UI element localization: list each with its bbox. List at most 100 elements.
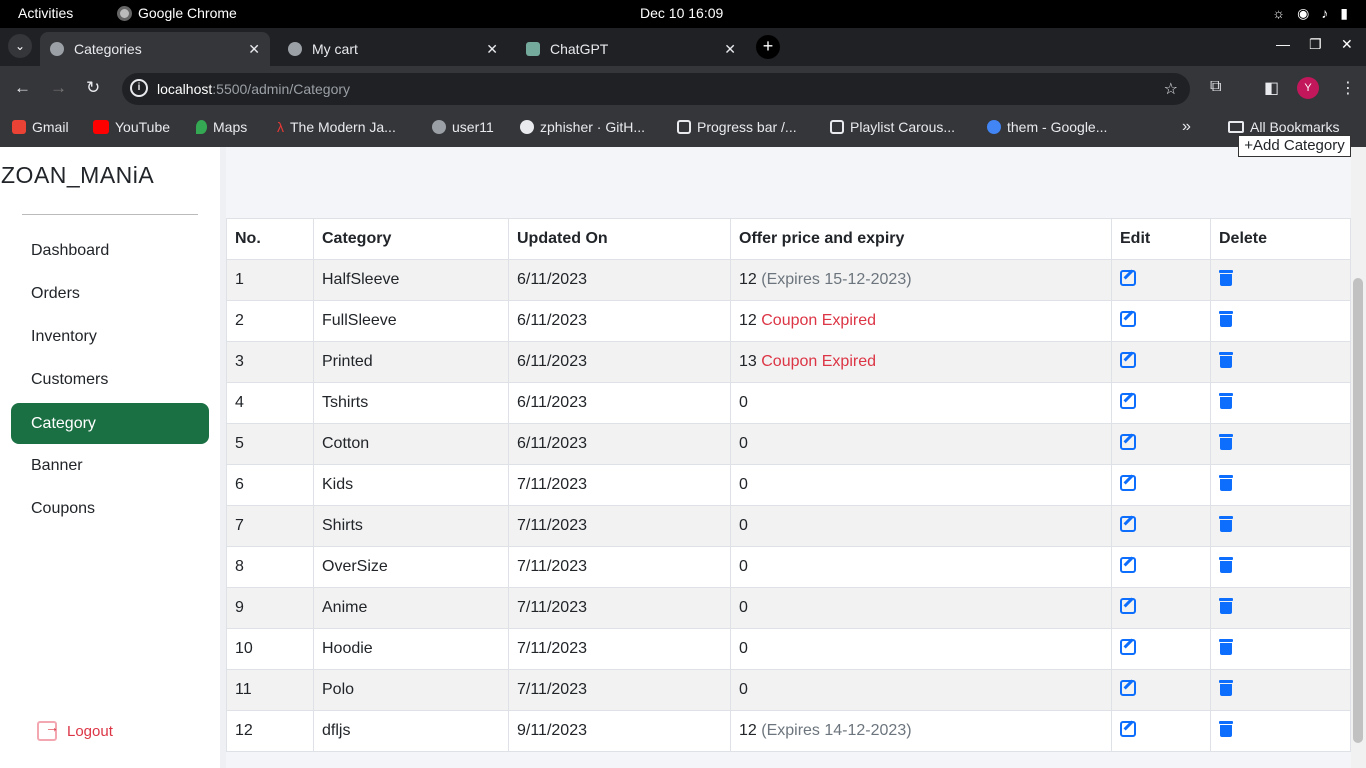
- edit-icon[interactable]: [1120, 638, 1136, 655]
- tab-search-button[interactable]: ⌄: [8, 34, 32, 58]
- cell-offer: 12 Coupon Expired: [730, 300, 1112, 342]
- trash-icon[interactable]: [1219, 474, 1233, 491]
- offer-price: 0: [739, 681, 748, 698]
- reload-icon[interactable]: ↻: [86, 78, 100, 98]
- cell-delete: [1210, 505, 1351, 547]
- cell-no: 6: [226, 464, 314, 506]
- minimize-icon[interactable]: —: [1276, 36, 1290, 52]
- close-icon[interactable]: ✕: [724, 41, 736, 58]
- forward-arrow-icon[interactable]: →: [50, 78, 67, 98]
- url-text[interactable]: localhost:5500/admin/Category: [157, 81, 350, 97]
- all-bookmarks[interactable]: All Bookmarks: [1228, 119, 1339, 135]
- trash-icon[interactable]: [1219, 392, 1233, 409]
- bookmark-playlist[interactable]: Playlist Carous...: [830, 119, 955, 135]
- chevron-right-icon[interactable]: »: [1182, 118, 1191, 136]
- edit-icon[interactable]: [1120, 433, 1136, 450]
- lambda-icon: λ: [277, 119, 284, 135]
- sidebar-item-customers[interactable]: Customers: [11, 359, 209, 400]
- tab-my-cart[interactable]: My cart ✕: [278, 32, 508, 66]
- edit-icon[interactable]: [1120, 515, 1136, 532]
- sidebar-item-orders[interactable]: Orders: [11, 273, 209, 314]
- google-icon: [987, 120, 1001, 134]
- logout-button[interactable]: Logout: [37, 719, 113, 741]
- table-header-row: No. Category Updated On Offer price and …: [226, 218, 1351, 260]
- new-tab-button[interactable]: +: [756, 35, 780, 59]
- maximize-icon[interactable]: ❐: [1309, 36, 1322, 53]
- close-icon[interactable]: ✕: [248, 41, 260, 58]
- header-delete: Delete: [1210, 218, 1351, 260]
- sidebar-item-category[interactable]: Category: [11, 403, 209, 444]
- sidebar-item-dashboard[interactable]: Dashboard: [11, 230, 209, 271]
- offer-price: 0: [739, 394, 748, 411]
- bookmark-zphisher[interactable]: zphisher · GitH...: [520, 119, 645, 135]
- edit-icon[interactable]: [1120, 269, 1136, 286]
- edit-icon[interactable]: [1120, 556, 1136, 573]
- site-info-icon[interactable]: i: [130, 79, 148, 97]
- cell-edit: [1111, 259, 1211, 301]
- bookmark-star-icon[interactable]: ☆: [1164, 79, 1178, 99]
- globe-icon: [50, 42, 64, 56]
- edit-icon[interactable]: [1120, 310, 1136, 327]
- profile-avatar[interactable]: Y: [1297, 77, 1319, 99]
- tab-chatgpt[interactable]: ChatGPT ✕: [516, 32, 746, 66]
- cell-delete: [1210, 300, 1351, 342]
- extensions-icon[interactable]: ⧉: [1210, 78, 1221, 96]
- cell-delete: [1210, 423, 1351, 465]
- sidebar-item-inventory[interactable]: Inventory: [11, 316, 209, 357]
- edit-icon[interactable]: [1120, 597, 1136, 614]
- table-row: 2 FullSleeve 6/11/2023 12 Coupon Expired: [226, 300, 1351, 342]
- scrollbar-thumb[interactable]: [1353, 278, 1363, 743]
- table-row: 12 dfljs 9/11/2023 12 (Expires 14-12-2023): [226, 710, 1351, 752]
- trash-icon[interactable]: [1219, 679, 1233, 696]
- clock[interactable]: Dec 10 16:09: [640, 5, 723, 21]
- trash-icon[interactable]: [1219, 433, 1233, 450]
- cell-category: HalfSleeve: [313, 259, 509, 301]
- trash-icon[interactable]: [1219, 720, 1233, 737]
- cell-offer: 0: [730, 423, 1112, 465]
- bookmark-maps[interactable]: Maps: [196, 119, 247, 135]
- edit-icon[interactable]: [1120, 474, 1136, 491]
- edit-icon[interactable]: [1120, 351, 1136, 368]
- trash-icon[interactable]: [1219, 310, 1233, 327]
- window-close-icon[interactable]: ✕: [1341, 36, 1353, 53]
- gmail-icon: [12, 120, 26, 134]
- edit-icon[interactable]: [1120, 392, 1136, 409]
- bookmark-modern-ja[interactable]: λ The Modern Ja...: [277, 119, 396, 135]
- sidebar-item-coupons[interactable]: Coupons: [11, 488, 209, 529]
- page-scrollbar[interactable]: [1351, 147, 1366, 768]
- close-icon[interactable]: ✕: [486, 41, 498, 58]
- sidebar-item-banner[interactable]: Banner: [11, 445, 209, 486]
- cell-edit: [1111, 546, 1211, 588]
- table-row: 9 Anime 7/11/2023 0: [226, 587, 1351, 629]
- trash-icon[interactable]: [1219, 597, 1233, 614]
- trash-icon[interactable]: [1219, 638, 1233, 655]
- edit-icon[interactable]: [1120, 679, 1136, 696]
- bookmark-them-google[interactable]: them - Google...: [987, 119, 1107, 135]
- system-tray[interactable]: ☼ ◉ ♪ ▮: [1272, 5, 1348, 22]
- add-category-button[interactable]: +Add Category: [1238, 135, 1351, 157]
- cell-delete: [1210, 587, 1351, 629]
- tab-categories[interactable]: Categories ✕: [40, 32, 270, 66]
- bookmark-youtube[interactable]: YouTube: [93, 119, 170, 135]
- bookmark-user11[interactable]: user11: [432, 119, 494, 135]
- activities-button[interactable]: Activities: [18, 5, 73, 21]
- bookmark-gmail[interactable]: Gmail: [12, 119, 69, 135]
- table-row: 1 HalfSleeve 6/11/2023 12 (Expires 15-12-20…: [226, 259, 1351, 301]
- sidebar-divider: [22, 214, 198, 215]
- bookmark-progress-bar[interactable]: Progress bar /...: [677, 119, 797, 135]
- battery-icon: ▮: [1340, 5, 1348, 21]
- cell-updated-on: 6/11/2023: [508, 423, 731, 465]
- trash-icon[interactable]: [1219, 269, 1233, 286]
- side-panel-icon[interactable]: ◧: [1264, 78, 1279, 98]
- address-bar[interactable]: i localhost:5500/admin/Category ☆: [122, 73, 1190, 105]
- trash-icon[interactable]: [1219, 556, 1233, 573]
- trash-icon[interactable]: [1219, 515, 1233, 532]
- app-menu[interactable]: Google Chrome: [117, 5, 237, 21]
- edit-icon[interactable]: [1120, 720, 1136, 737]
- table-row: 4 Tshirts 6/11/2023 0: [226, 382, 1351, 424]
- back-arrow-icon[interactable]: ←: [14, 78, 31, 98]
- kebab-menu-icon[interactable]: ⋮: [1340, 78, 1356, 98]
- cell-offer: 0: [730, 546, 1112, 588]
- cell-edit: [1111, 464, 1211, 506]
- trash-icon[interactable]: [1219, 351, 1233, 368]
